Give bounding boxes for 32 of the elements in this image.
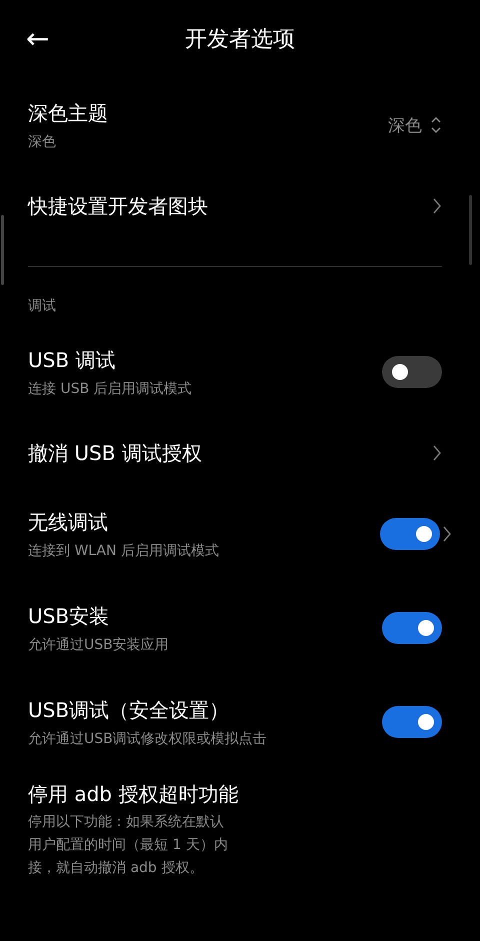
item-subtitle: 允许通过USB调试修改权限或模拟点击 xyxy=(28,730,268,748)
page-title: 开发者选项 xyxy=(185,26,295,54)
item-description: 用户配置的时间（最短 1 天）内 xyxy=(28,836,229,854)
up-down-icon xyxy=(430,115,442,135)
chevron-icon xyxy=(442,525,452,543)
chevron-icon xyxy=(432,444,442,462)
section-title: 调试 xyxy=(27,297,57,315)
item-title: USB调试（安全设置） xyxy=(28,696,230,724)
item-title: USB 调试 xyxy=(28,346,116,374)
item-description: 停用以下功能：如果系统在默认 xyxy=(28,813,225,831)
item-title: 无线调试 xyxy=(28,508,109,536)
item-title: 停用 adb 授权超时功能 xyxy=(28,781,240,808)
item-subtitle: 连接到 WLAN 后启用调试模式 xyxy=(28,542,220,560)
item-title: 撤消 USB 调试授权 xyxy=(28,440,203,466)
toggle-switch[interactable] xyxy=(382,356,442,388)
chevron-icon xyxy=(432,197,442,215)
settings-item[interactable]: 深色主题 深色 深色 xyxy=(0,78,480,172)
item-subtitle: 深色 xyxy=(28,132,57,150)
toggle-switch[interactable] xyxy=(382,612,442,644)
toggle-switch[interactable] xyxy=(380,518,440,550)
item-description: 接，就自动撤消 adb 授权。 xyxy=(28,859,204,877)
scroll-bar xyxy=(1,215,4,285)
item-title: USB安装 xyxy=(28,602,110,630)
item-subtitle: 允许通过USB安装应用 xyxy=(28,636,170,654)
item-value: 深色 xyxy=(388,114,422,136)
back-button[interactable]: ← xyxy=(26,25,50,53)
item-subtitle: 连接 USB 后启用调试模式 xyxy=(28,380,193,398)
item-title: 快捷设置开发者图块 xyxy=(28,192,209,220)
scroll-bar xyxy=(469,195,472,265)
toggle-switch[interactable] xyxy=(382,706,442,738)
settings-item[interactable]: 快捷设置开发者图块 xyxy=(0,172,480,240)
item-title: 深色主题 xyxy=(28,100,109,126)
